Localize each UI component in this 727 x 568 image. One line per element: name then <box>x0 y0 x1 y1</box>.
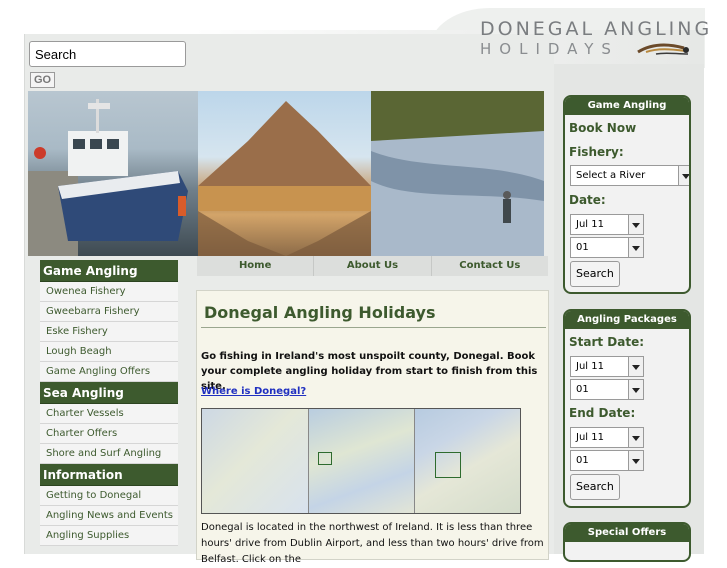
fishery-label: Fishery: <box>569 145 624 159</box>
nav-item-eske[interactable]: Eske Fishery <box>40 322 178 342</box>
start-month-select[interactable]: Jul 11 <box>570 356 644 377</box>
river-photo <box>371 91 544 256</box>
panel-heading: Special Offers <box>565 524 689 542</box>
fishery-select-value: Select a River <box>576 170 646 181</box>
chevron-down-icon <box>628 215 643 234</box>
nav-item-lough-beagh[interactable]: Lough Beagh <box>40 342 178 362</box>
nav-heading-sea-angling: Sea Angling <box>40 382 178 404</box>
end-day-select[interactable]: 01 <box>570 450 644 471</box>
day-select-value: 01 <box>576 242 589 253</box>
end-date-label: End Date: <box>569 406 636 420</box>
nav-item-news-events[interactable]: Angling News and Events <box>40 506 178 526</box>
where-is-donegal-link[interactable]: Where is Donegal? <box>201 386 306 397</box>
book-now-label: Book Now <box>569 121 637 135</box>
boat-illustration <box>28 99 188 256</box>
nav-item-gweebarra[interactable]: Gweebarra Fishery <box>40 302 178 322</box>
logo-title: DONEGAL ANGLING <box>480 18 713 40</box>
page-title: Donegal Angling Holidays <box>204 303 436 322</box>
package-search-button[interactable]: Search <box>570 474 620 500</box>
game-angling-panel: Game Angling Book Now Fishery: Select a … <box>563 95 691 294</box>
fishery-select[interactable]: Select a River <box>570 165 689 186</box>
logo-subtitle: HOLIDAYS <box>480 40 619 58</box>
nav-item-game-offers[interactable]: Game Angling Offers <box>40 362 178 382</box>
nav-item-shore-surf[interactable]: Shore and Surf Angling <box>40 444 178 464</box>
mountain-illustration <box>198 101 371 256</box>
start-day-value: 01 <box>576 384 589 395</box>
end-day-value: 01 <box>576 455 589 466</box>
menu-home[interactable]: Home <box>197 256 315 276</box>
main-content: Donegal Angling Holidays Go fishing in I… <box>196 290 549 565</box>
body-text: Donegal is located in the northwest of I… <box>201 522 544 565</box>
map-panel-ireland <box>202 409 308 513</box>
month-select-value: Jul 11 <box>576 219 604 230</box>
fishing-fly-icon <box>637 43 689 55</box>
map-highlight-box <box>318 452 332 465</box>
chevron-down-icon <box>628 357 643 376</box>
start-month-value: Jul 11 <box>576 361 604 372</box>
go-button[interactable]: GO <box>30 72 55 88</box>
chevron-down-icon <box>628 238 643 257</box>
nav-item-getting-to-donegal[interactable]: Getting to Donegal <box>40 486 178 506</box>
month-select[interactable]: Jul 11 <box>570 214 644 235</box>
boat-photo <box>28 91 198 256</box>
date-label: Date: <box>569 193 606 207</box>
mountain-photo <box>198 91 371 256</box>
nav-heading-game-angling: Game Angling <box>40 260 178 282</box>
panel-heading: Angling Packages <box>565 311 689 329</box>
panel-heading: Game Angling <box>565 97 689 115</box>
angling-packages-panel: Angling Packages Start Date: Jul 11 01 E… <box>563 309 691 508</box>
left-navigation: Game Angling Owenea Fishery Gweebarra Fi… <box>40 260 178 546</box>
end-month-select[interactable]: Jul 11 <box>570 427 644 448</box>
special-offers-panel: Special Offers <box>563 522 691 562</box>
chevron-down-icon <box>628 428 643 447</box>
chevron-down-icon <box>628 451 643 470</box>
end-month-value: Jul 11 <box>576 432 604 443</box>
river-illustration <box>371 91 544 256</box>
menu-contact-us[interactable]: Contact Us <box>432 256 548 276</box>
menu-about-us[interactable]: About Us <box>314 256 432 276</box>
search-input[interactable] <box>29 41 186 67</box>
start-date-label: Start Date: <box>569 335 645 349</box>
search-button[interactable]: Search <box>570 261 620 287</box>
nav-item-charter-offers[interactable]: Charter Offers <box>40 424 178 444</box>
nav-item-charter-vessels[interactable]: Charter Vessels <box>40 404 178 424</box>
top-menu: Home About Us Contact Us <box>197 256 548 276</box>
map-panel-europe <box>414 409 520 513</box>
day-select[interactable]: 01 <box>570 237 644 258</box>
nav-item-supplies[interactable]: Angling Supplies <box>40 526 178 546</box>
nav-heading-information: Information <box>40 464 178 486</box>
chevron-down-icon <box>628 380 643 399</box>
start-day-select[interactable]: 01 <box>570 379 644 400</box>
map-highlight-box <box>435 452 461 478</box>
nav-item-owenea[interactable]: Owenea Fishery <box>40 282 178 302</box>
location-map[interactable] <box>201 408 521 514</box>
chevron-down-icon <box>678 166 689 185</box>
title-divider <box>201 327 546 328</box>
